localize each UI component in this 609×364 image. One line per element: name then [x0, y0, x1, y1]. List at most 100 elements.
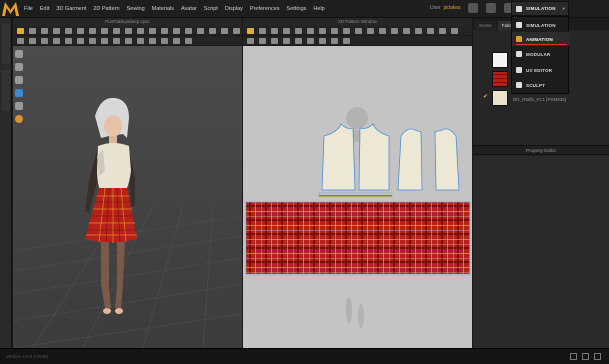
fold-icon[interactable] — [53, 27, 60, 34]
mode-option-simulation[interactable]: SIMULATION — [512, 18, 570, 32]
hide-icon[interactable] — [125, 37, 132, 44]
edit-sew-icon[interactable] — [403, 27, 410, 34]
property-editor-body — [473, 156, 609, 348]
segment-sew-icon[interactable] — [379, 27, 386, 34]
menu-display[interactable]: Display — [225, 6, 243, 12]
button-icon[interactable] — [185, 27, 192, 34]
menu-avatar[interactable]: Avatar — [181, 6, 197, 12]
trim-icon[interactable] — [221, 27, 228, 34]
graphic-edit-icon[interactable] — [259, 37, 266, 44]
lighting-icon[interactable] — [15, 115, 23, 123]
layout-2d-icon[interactable] — [594, 353, 601, 360]
2d-canvas[interactable] — [243, 46, 472, 348]
select-icon[interactable] — [29, 27, 36, 34]
save-icon[interactable] — [161, 37, 168, 44]
scale-icon[interactable] — [451, 27, 458, 34]
waistband-pattern[interactable] — [318, 192, 393, 196]
tack-icon[interactable] — [77, 27, 84, 34]
simulate-icon[interactable] — [17, 27, 24, 34]
grid-icon[interactable] — [17, 37, 24, 44]
texture-view-icon[interactable] — [41, 37, 48, 44]
texture-icon[interactable] — [161, 27, 168, 34]
rectangle-icon[interactable] — [319, 27, 326, 34]
render-icon[interactable] — [185, 37, 192, 44]
add-point-icon[interactable] — [295, 27, 302, 34]
pen-icon[interactable] — [149, 27, 156, 34]
fabric-swatch-white — [492, 52, 508, 68]
move-icon[interactable] — [41, 27, 48, 34]
graphic-icon[interactable] — [173, 27, 180, 34]
transform-icon[interactable] — [259, 27, 266, 34]
user-name[interactable]: jsdakes — [444, 5, 461, 11]
pin-icon[interactable] — [65, 27, 72, 34]
menu-materials[interactable]: Materials — [152, 6, 174, 12]
arrange-icon[interactable] — [125, 27, 132, 34]
internal-line-icon[interactable] — [343, 27, 350, 34]
mode-selector-button[interactable]: SIMULATION ▾ — [511, 1, 569, 16]
layout-split-icon[interactable] — [582, 353, 589, 360]
buttonhole-icon[interactable] — [283, 37, 290, 44]
load-icon[interactable] — [173, 37, 180, 44]
fabric-2d-icon[interactable] — [331, 37, 338, 44]
tab-scene[interactable]: Scene — [475, 21, 496, 30]
piping-2d-icon[interactable] — [319, 37, 326, 44]
pressure-icon[interactable] — [101, 37, 108, 44]
library-tab[interactable] — [2, 24, 10, 64]
menu-preferences[interactable]: Preferences — [250, 6, 280, 12]
skirt-pattern[interactable] — [245, 201, 471, 275]
3d-viewport[interactable] — [13, 46, 242, 348]
texture-edit-icon[interactable] — [247, 37, 254, 44]
menu-sewing[interactable]: Sewing — [127, 6, 145, 12]
steam-icon[interactable] — [101, 27, 108, 34]
free-sew-icon[interactable] — [391, 27, 398, 34]
tape-icon[interactable] — [113, 27, 120, 34]
circle-icon[interactable] — [331, 27, 338, 34]
layout-3d-icon[interactable] — [570, 353, 577, 360]
edit-curve-icon[interactable] — [283, 27, 290, 34]
tack-2d-icon[interactable] — [415, 27, 422, 34]
menu-3d-garment[interactable]: 3D Garment — [56, 6, 86, 12]
mode-option-modular[interactable]: MODULAR — [512, 47, 570, 61]
trace-icon[interactable] — [367, 27, 374, 34]
edit-point-icon[interactable] — [271, 27, 278, 34]
zipper-2d-icon[interactable] — [307, 37, 314, 44]
grid-2d-icon[interactable] — [343, 37, 350, 44]
edit-pattern-icon[interactable] — [247, 27, 254, 34]
menu-script[interactable]: Script — [204, 6, 218, 12]
measure-icon[interactable] — [89, 27, 96, 34]
menu-2d-pattern[interactable]: 2D Pattern — [93, 6, 119, 12]
stress-icon[interactable] — [77, 37, 84, 44]
camera-icon[interactable] — [468, 3, 478, 13]
history-tab[interactable] — [2, 70, 10, 110]
show-icon[interactable] — [137, 37, 144, 44]
strain-icon[interactable] — [65, 37, 72, 44]
dart-icon[interactable] — [355, 27, 362, 34]
mesh-icon[interactable] — [53, 37, 60, 44]
polygon-icon[interactable] — [307, 27, 314, 34]
button-2d-icon[interactable] — [271, 37, 278, 44]
zipper-icon[interactable] — [197, 27, 204, 34]
topstitch-icon[interactable] — [295, 37, 302, 44]
reset-icon[interactable] — [149, 37, 156, 44]
fold-2d-icon[interactable] — [427, 27, 434, 34]
layer-icon[interactable] — [113, 37, 120, 44]
menu-file[interactable]: File — [24, 6, 33, 12]
ruler-icon[interactable] — [439, 27, 446, 34]
view-icon[interactable] — [29, 37, 36, 44]
mode-option-uv-editor[interactable]: UV EDITOR — [512, 63, 570, 77]
cloud-icon[interactable] — [486, 3, 496, 13]
menu-help[interactable]: Help — [313, 6, 324, 12]
menu-edit[interactable]: Edit — [40, 6, 49, 12]
hanger-icon[interactable] — [15, 63, 23, 71]
bodice-patterns[interactable] — [321, 123, 460, 191]
mode-option-sculpt[interactable]: SCULPT — [512, 78, 570, 92]
pipe-icon[interactable] — [209, 27, 216, 34]
rotate-view-icon[interactable] — [15, 50, 23, 58]
fit-icon[interactable] — [89, 37, 96, 44]
avatar-display-icon[interactable] — [15, 76, 23, 84]
camera-view-icon[interactable] — [15, 102, 23, 110]
more-icon[interactable] — [233, 27, 240, 34]
menu-settings[interactable]: Settings — [287, 6, 307, 12]
avatar-icon[interactable] — [137, 27, 144, 34]
garment-display-icon[interactable] — [15, 89, 23, 97]
